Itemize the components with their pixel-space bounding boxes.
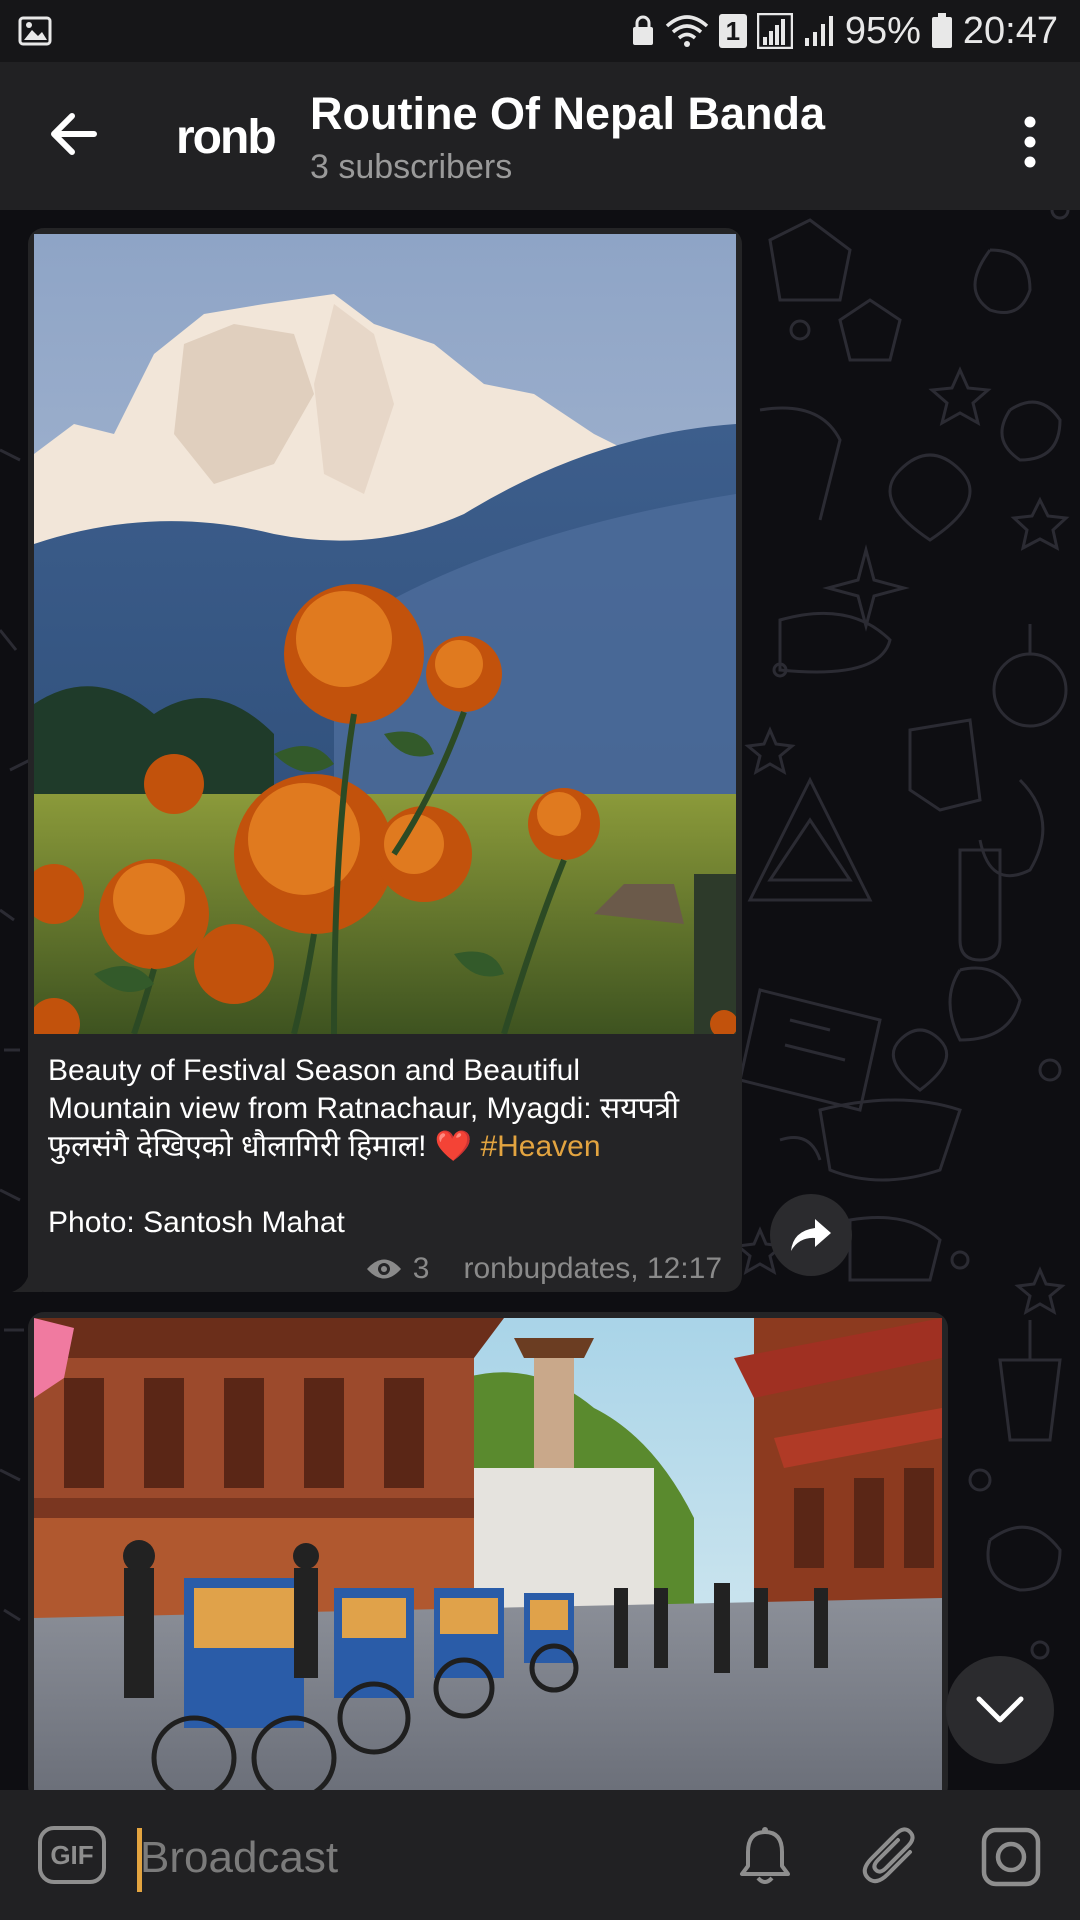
share-button[interactable] [770,1194,852,1276]
lock-icon [632,15,653,45]
caption-line-1: Beauty of Festival Season and Beautiful [48,1054,581,1087]
channel-post-2[interactable] [28,1312,948,1802]
sim-badge: 1 [718,14,747,48]
caption-line-2: Mountain view from Ratnachaur, Myagdi: स… [48,1092,679,1125]
scroll-down-button[interactable] [946,1656,1054,1764]
status-right: 1 95% 20:47 [631,8,1058,54]
channel-title[interactable]: Routine Of Nepal Banda [310,88,825,140]
channel-avatar[interactable]: ronb [176,102,277,172]
view-count: 3 [412,1252,430,1285]
signal-bars-icon [804,16,833,46]
bubble-tail [12,1268,42,1292]
post-caption: Beauty of Festival Season and Beautiful … [48,1052,738,1242]
caption-line-3: फुलसंगै देखिएको धौलागिरी हिमाल! ❤️ #Heav… [48,1128,738,1166]
telegram-channel-screen: 1 95% 20:47 ronb Routine Of Nepal Banda … [0,0,1080,1920]
post-meta: 3 ronbupdates, 12:17 [365,1252,722,1286]
bell-icon[interactable] [736,1826,794,1886]
subscriber-count: 3 subscribers [310,148,513,186]
battery-percent: 95% [844,9,921,52]
gif-button[interactable]: GIF [38,1826,106,1884]
wifi-icon [665,15,709,47]
eye-icon [366,1259,401,1279]
broadcast-input[interactable] [140,1824,540,1892]
arrow-left-icon[interactable] [44,104,104,164]
status-bar: 1 95% 20:47 [0,0,1080,62]
paperclip-icon[interactable] [860,1824,922,1888]
channel-logo-text: ronb [176,110,277,164]
gif-label: GIF [50,1839,94,1870]
share-icon [791,1219,831,1251]
caption-line-3-text: फुलसंगै देखिएको धौलागिरी हिमाल! [48,1130,427,1163]
chevron-down-icon [976,1696,1024,1723]
signal-icon [756,13,793,49]
image-icon [18,16,52,46]
post-photo-durbar-square[interactable] [34,1318,942,1802]
composer-bar: GIF [0,1790,1080,1920]
hashtag-link[interactable]: #Heaven [480,1130,600,1163]
author-time: ronbupdates, 12:17 [463,1252,722,1285]
more-vertical-icon[interactable] [1010,112,1050,172]
photo-credit: Photo: Santosh Mahat [48,1206,345,1239]
battery-icon [931,13,952,48]
clock: 20:47 [962,9,1058,52]
channel-header: ronb Routine Of Nepal Banda 3 subscriber… [0,62,1080,210]
heart-emoji: ❤️ [434,1130,473,1163]
channel-post[interactable]: Beauty of Festival Season and Beautiful … [28,228,742,1292]
camera-icon[interactable] [980,1826,1042,1888]
post-photo-mountain-marigolds[interactable] [34,234,736,1034]
